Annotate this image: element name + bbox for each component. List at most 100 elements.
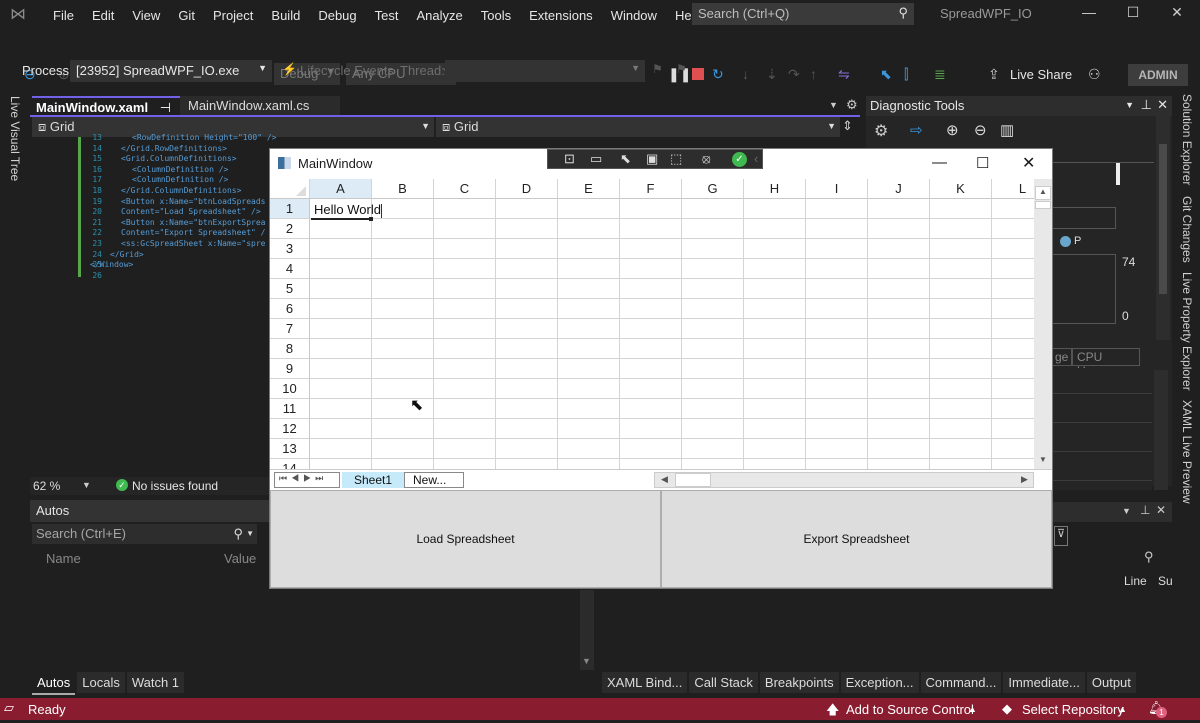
tab-xaml-binding[interactable]: XAML Bind... [602,672,688,693]
row-header[interactable]: 4 [270,259,310,279]
column-name[interactable]: Name [46,551,81,566]
add-to-source-control-button[interactable]: Add to Source Control [846,702,974,717]
search-input[interactable]: Search (Ctrl+Q) ⚲ [692,3,914,25]
column-header[interactable]: D [496,179,558,199]
close-icon[interactable]: ✕ [1157,97,1168,113]
row-header[interactable]: 8 [270,339,310,359]
menu-analyze[interactable]: Analyze [407,8,471,23]
check-circle-icon[interactable]: ✓ [732,152,747,167]
minimize-button[interactable]: — [932,154,947,171]
flag-threads-icon[interactable]: ⚑ [676,62,687,76]
tab-immediate-window[interactable]: Immediate... [1003,672,1085,693]
zoom-in-icon[interactable]: ⊕ [946,121,959,139]
tab-exception-settings[interactable]: Exception... [840,672,919,693]
row-header[interactable]: 5 [270,279,310,299]
tab-locals[interactable]: Locals [77,672,125,693]
code-editor[interactable]: 13 <RowDefinition Height="100" /> 14 </Grid… [30,133,277,477]
minimize-button[interactable]: — [1074,4,1104,26]
lifecycle-events-button[interactable]: Lifecycle Events [300,63,394,78]
row-header[interactable]: 1 [270,199,310,219]
menu-extensions[interactable]: Extensions [520,8,602,23]
issues-status[interactable]: No issues found [132,479,218,493]
column-header[interactable]: G [682,179,744,199]
scroll-thumb[interactable] [1159,144,1167,294]
collapse-icon[interactable]: ‹ [754,151,758,166]
sheet-tab-sheet1[interactable]: Sheet1 [342,472,404,488]
menu-debug[interactable]: Debug [309,8,365,23]
row-header[interactable]: 9 [270,359,310,379]
autos-search-input[interactable]: Search (Ctrl+E) ⚲ ▼ [32,524,257,544]
column-suppression[interactable]: Su [1158,574,1173,588]
tab-call-stack[interactable]: Call Stack [689,672,758,693]
tab-memory-usage[interactable]: ge [1052,348,1072,366]
menu-view[interactable]: View [123,8,169,23]
fill-handle[interactable] [369,217,373,221]
chart-icon[interactable]: ▥ [1000,121,1014,139]
column-value[interactable]: Value [224,551,256,566]
zoom-out-icon[interactable]: ⊖ [974,121,987,139]
load-spreadsheet-button[interactable]: Load Spreadsheet [270,490,661,588]
column-header[interactable]: J [868,179,930,199]
row-header[interactable]: 6 [270,299,310,319]
chevron-down-icon[interactable]: ▼ [1122,506,1131,516]
select-repository-button[interactable]: Select Repository [1022,702,1124,717]
column-header[interactable]: L [992,179,1034,199]
row-header[interactable]: 2 [270,219,310,239]
menu-test[interactable]: Test [366,8,408,23]
record-icon[interactable]: ▭ [590,151,602,167]
next-sheet-icon[interactable]: ▶ [303,473,315,483]
row-header[interactable]: 3 [270,239,310,259]
process-dropdown[interactable]: [23952] SpreadWPF_IO.exe ▼ [70,60,272,82]
filter-icon[interactable]: ⊽ [1054,526,1068,546]
menu-git[interactable]: Git [169,8,204,23]
xaml-live-preview-tab[interactable]: XAML Live Preview [1180,400,1194,504]
row-header[interactable]: 12 [270,419,310,439]
grid-vertical-scrollbar[interactable]: ▲ ▼ [1034,179,1052,469]
menu-edit[interactable]: Edit [83,8,123,23]
scroll-down-icon[interactable]: ▼ [1035,455,1051,469]
live-visual-tree-tab[interactable]: Live Visual Tree [8,96,22,181]
menu-tools[interactable]: Tools [472,8,520,23]
scroll-up-icon[interactable]: ▲ [1035,186,1051,200]
search-icon[interactable]: ⚲ [233,526,243,542]
menu-build[interactable]: Build [262,8,309,23]
export-icon[interactable]: ⇨ [910,121,923,139]
chevron-down-icon[interactable]: ▼ [246,529,254,538]
autos-scrollbar[interactable]: ▼ [580,590,594,670]
tab-overflow-icon[interactable]: ▼ [829,100,838,110]
menu-window[interactable]: Window [602,8,666,23]
tab-mainwindow-xaml-cs[interactable]: MainWindow.xaml.cs [180,96,340,116]
events-scrollbar[interactable] [1154,370,1168,490]
export-spreadsheet-button[interactable]: Export Spreadsheet [661,490,1052,588]
column-header[interactable]: A [310,179,372,199]
tab-command-window[interactable]: Command... [920,672,1002,693]
pin-icon[interactable]: ⊣ [160,100,171,115]
zoom-level[interactable]: 62 % [33,479,60,493]
cell-a1[interactable]: Hello World [311,200,382,219]
row-header[interactable]: 14 [270,459,310,469]
git-changes-tab[interactable]: Git Changes [1180,196,1194,263]
display-adorners-icon[interactable]: ▣ [646,151,658,167]
scroll-right-icon[interactable]: ▶ [1021,474,1028,485]
row-header[interactable]: 11 [270,399,310,419]
chevron-down-icon[interactable]: ▼ [82,480,91,490]
live-property-explorer-tab[interactable]: Live Property Explorer [1180,272,1194,391]
flag-icon[interactable]: ⚑ [652,62,663,76]
maximize-button[interactable]: ☐ [976,154,989,172]
column-header[interactable]: E [558,179,620,199]
close-button[interactable]: ✕ [1162,4,1192,26]
scroll-left-icon[interactable]: ◀ [661,474,668,485]
last-sheet-icon[interactable]: ⏭ [315,473,327,483]
tab-watch-1[interactable]: Watch 1 [126,672,185,693]
track-focus-icon[interactable]: ⬚ [670,151,682,167]
tab-output[interactable]: Output [1086,672,1136,693]
pin-icon[interactable]: ⊥ [1140,503,1150,517]
split-editor-icon[interactable]: ⇕ [842,118,853,134]
spreadsheet-grid[interactable]: ABCDEFGHIJKL 1 2 3 4 5 6 7 8 9 10 11 12 13 14 Hello W… [270,179,1034,469]
pin-icon[interactable]: ⊥ [1141,97,1152,113]
column-line[interactable]: Line [1124,574,1147,588]
row-header[interactable]: 13 [270,439,310,459]
tab-cpu-usage[interactable]: CPU Usage [1072,348,1140,378]
go-to-live-visual-tree-icon[interactable]: ⊡ [564,151,575,167]
column-header[interactable]: H [744,179,806,199]
